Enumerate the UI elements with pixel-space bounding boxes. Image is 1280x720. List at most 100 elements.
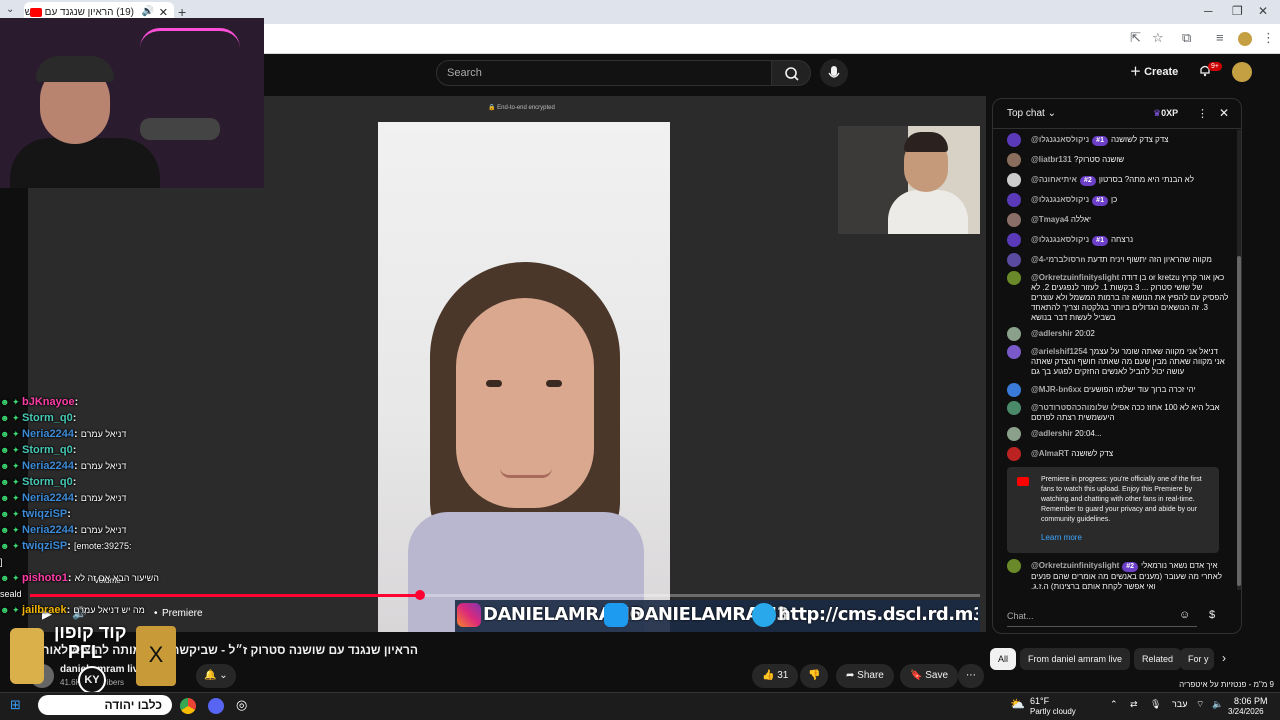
chat-avatar[interactable] — [1007, 327, 1021, 341]
chat-avatar[interactable] — [1007, 153, 1021, 167]
perfume-bottle-left — [10, 628, 44, 684]
chat-author[interactable]: @Tmaya4 — [1031, 215, 1069, 224]
progress-scrubber[interactable] — [415, 590, 425, 600]
chat-avatar[interactable] — [1007, 345, 1021, 359]
weather-desc: Partly cloudy — [1030, 707, 1076, 716]
tray-mic-icon[interactable]: 🎙 — [1150, 699, 1161, 710]
voice-search-button[interactable] — [820, 59, 848, 87]
weather-temp: 61°F — [1030, 696, 1050, 706]
telegram-handle: http://cms.dscl.rd.m3 — [778, 604, 978, 625]
chevron-right-icon[interactable]: › — [1222, 651, 1226, 665]
chrome-icon[interactable] — [180, 698, 196, 714]
top-chat-label: Top chat — [1007, 108, 1045, 119]
perfume-bottle-right: X — [136, 626, 176, 686]
xp-badge[interactable]: ♛0XP — [1153, 108, 1178, 119]
chat-avatar[interactable] — [1007, 213, 1021, 227]
chat-more-icon[interactable]: ⋮ — [1197, 107, 1208, 120]
top-chat-dropdown[interactable]: Top chat ⌄ — [1007, 108, 1056, 119]
windows-start-icon[interactable]: ⊞ — [10, 697, 21, 713]
search-button[interactable] — [771, 60, 811, 86]
media-icon[interactable]: ≡ — [1216, 30, 1224, 45]
search-input[interactable]: Search — [436, 60, 772, 86]
chat-message-body: @arielshif1254 דניאל אני מקווה שאתה שומר… — [1031, 347, 1229, 377]
twitch-badge-icon: ☻ ✦ — [0, 413, 23, 423]
xp-value: 0XP — [1161, 108, 1179, 118]
window-close-icon[interactable]: ✕ — [1258, 4, 1268, 18]
account-avatar[interactable] — [1232, 62, 1252, 82]
chat-author[interactable]: @liatbr131 — [1031, 155, 1072, 164]
twitch-chat-line: ☻ ✦ pishoto1: השיעור הבא אם זה לא — [0, 570, 159, 586]
rank-badge: #1 — [1092, 136, 1108, 146]
bookmark-star-icon[interactable]: ☆ — [1152, 30, 1164, 46]
chat-author[interactable]: @ניקולסאנגנגלו — [1031, 135, 1089, 144]
chat-author[interactable]: @ניקולסאנגנגלו — [1031, 195, 1089, 204]
maximize-icon[interactable]: ❐ — [1232, 4, 1243, 18]
chat-scrollbar-thumb[interactable] — [1237, 256, 1241, 586]
browser-menu-icon[interactable]: ⋮ — [1262, 30, 1275, 46]
chat-avatar[interactable] — [1007, 383, 1021, 397]
chat-avatar[interactable] — [1007, 253, 1021, 267]
obs-icon[interactable]: ◎ — [236, 697, 247, 713]
chat-author[interactable]: @MJR-bn6xx — [1031, 385, 1081, 394]
language-indicator[interactable]: עבר — [1172, 699, 1187, 709]
chat-author[interactable]: @Orkretzuinfinityslight — [1031, 561, 1119, 570]
learn-more-link[interactable]: Learn more — [1041, 533, 1082, 542]
chat-close-icon[interactable]: ✕ — [1219, 106, 1229, 120]
chat-avatar[interactable] — [1007, 133, 1021, 147]
chat-text: 20:02 — [1074, 329, 1095, 338]
suggested-video-title[interactable]: 9 מ"מ - פנטזיות על איטפריה — [1044, 680, 1274, 689]
dislike-button[interactable]: 👎 — [800, 664, 829, 688]
install-icon[interactable]: ⇱ — [1130, 30, 1141, 46]
more-actions-button[interactable]: ⋯ — [958, 664, 984, 688]
clock-time[interactable]: 8:06 PM — [1234, 696, 1268, 706]
chat-author[interactable]: @שלומוהכהסטרודטר — [1031, 403, 1109, 412]
chat-author[interactable]: @AlmaRT — [1031, 449, 1069, 458]
promo-code: PFL — [68, 642, 102, 662]
extensions-icon[interactable]: ⧉ — [1182, 30, 1191, 46]
emoji-icon[interactable]: ☺ — [1179, 609, 1190, 621]
chat-author[interactable]: @Orkretzuinfinityslight — [1031, 273, 1119, 282]
chat-author[interactable]: @adlershir — [1031, 329, 1073, 338]
chat-author[interactable]: @arielshif1254 — [1031, 347, 1087, 356]
chat-input[interactable]: Chat... — [1007, 607, 1197, 627]
twitch-username: pishoto1 — [22, 572, 68, 584]
chat-avatar[interactable] — [1007, 447, 1021, 461]
chat-avatar[interactable] — [1007, 193, 1021, 207]
volume-tray-icon[interactable]: 🔈 — [1212, 699, 1223, 710]
wifi-icon[interactable]: ⌔ — [1196, 699, 1204, 710]
share-icon: ➦ — [846, 670, 858, 681]
progress-track[interactable] — [420, 594, 980, 597]
share-button[interactable]: ➦ Share — [836, 664, 894, 688]
notification-bell-button[interactable]: 🔔 ⌄ — [196, 664, 236, 688]
chat-author[interactable]: @adlershir — [1031, 429, 1073, 438]
chip-related[interactable]: Related — [1134, 648, 1182, 670]
tray-network-icon[interactable]: ⇄ — [1130, 699, 1138, 710]
chat-avatar[interactable] — [1007, 427, 1021, 441]
progress-played[interactable] — [30, 594, 420, 597]
super-chat-icon[interactable]: $ — [1209, 609, 1215, 621]
chat-avatar[interactable] — [1007, 559, 1021, 573]
chip-for-you[interactable]: For y — [1180, 648, 1214, 670]
clock-date[interactable]: 3/24/2026 — [1228, 707, 1264, 716]
discord-icon[interactable] — [208, 698, 224, 714]
pip-video-frame — [838, 126, 980, 234]
chat-avatar[interactable] — [1007, 401, 1021, 415]
tray-chevron-icon[interactable]: ⌃ — [1110, 699, 1118, 710]
like-button[interactable]: 👍 31 — [752, 664, 799, 688]
speaker-icon[interactable]: 🔊 — [142, 6, 154, 17]
tab-list-icon[interactable]: ⌄ — [6, 4, 14, 15]
minimize-icon[interactable]: ─ — [1204, 4, 1213, 18]
chat-author[interactable]: @ניקולסאנגנגלו — [1031, 235, 1089, 244]
chat-avatar[interactable] — [1007, 173, 1021, 187]
chat-author[interactable]: @איתיאחונה — [1031, 175, 1077, 184]
chat-author[interactable]: @רסולברמי-4n — [1031, 255, 1085, 264]
chat-avatar[interactable] — [1007, 271, 1021, 285]
create-button[interactable]: ＋ Create — [1130, 63, 1178, 79]
streamer-webcam — [0, 18, 264, 188]
save-button[interactable]: 🔖 Save — [900, 664, 959, 688]
chat-avatar[interactable] — [1007, 233, 1021, 247]
rank-badge: #2 — [1080, 176, 1096, 186]
profile-avatar[interactable] — [1238, 32, 1252, 46]
chip-all[interactable]: All — [990, 648, 1017, 670]
chip-from-channel[interactable]: From daniel amram live — [1020, 648, 1131, 670]
